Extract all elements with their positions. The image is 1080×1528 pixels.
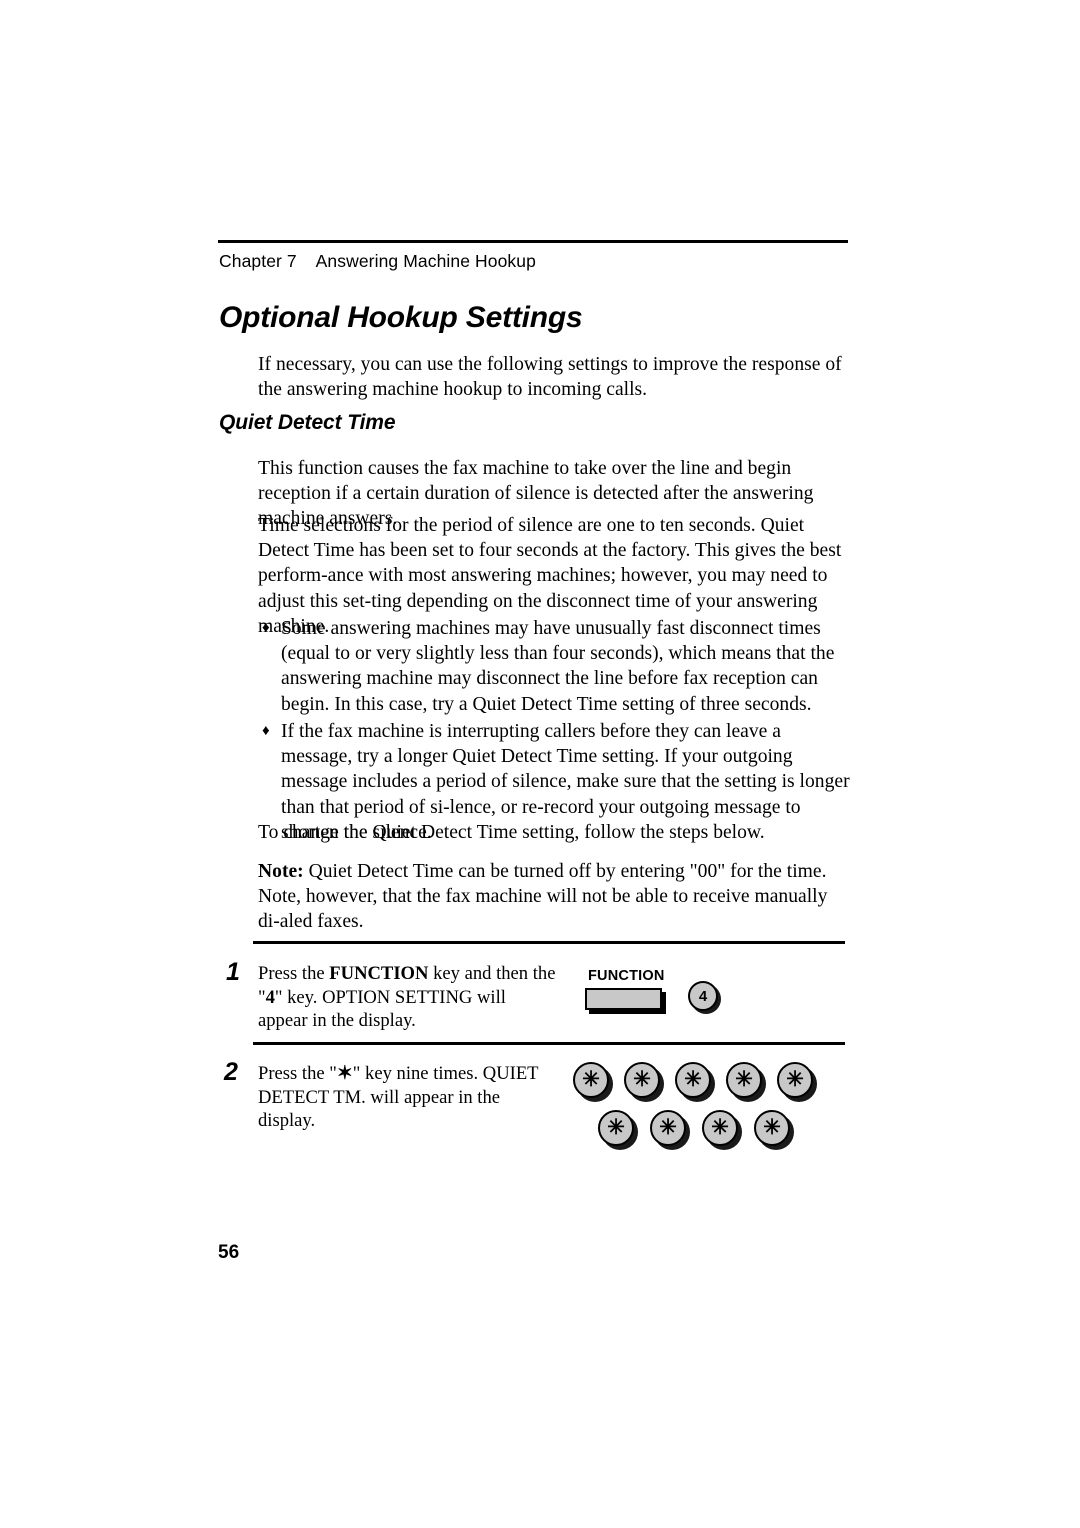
step-1-text-part-3: " key. OPTION SETTING will appear in the… <box>258 986 506 1032</box>
function-key-label: FUNCTION <box>588 968 665 984</box>
note-label: Note: <box>258 861 304 882</box>
asterisk-key-glyph: ✳ <box>633 1067 651 1091</box>
list-item: ♦ Some answering machines may have unusu… <box>262 616 852 717</box>
step-1-text: Press the FUNCTION key and then the "4" … <box>258 962 558 1033</box>
closing-paragraph: To change the Quiet Detect Time setting,… <box>258 822 765 843</box>
step-1-number-keyword: 4 <box>265 986 275 1008</box>
asterisk-key-graphic[interactable]: ✳ <box>726 1062 762 1098</box>
function-key-graphic[interactable] <box>585 988 662 1010</box>
section-heading: Quiet Detect Time <box>219 411 396 434</box>
note-text: Quiet Detect Time can be turned off by e… <box>258 861 828 933</box>
step-1-function-keyword: FUNCTION <box>329 963 429 984</box>
asterisk-key-graphic[interactable]: ✳ <box>650 1110 686 1146</box>
asterisk-key-glyph: ✳ <box>735 1067 753 1091</box>
asterisk-key-glyph: ✳ <box>786 1067 804 1091</box>
asterisk-inline-icon: ✶ <box>336 1063 353 1084</box>
list-item-text: Some answering machines may have unusual… <box>281 618 835 715</box>
step-2-text-part-1: Press the " <box>258 1063 337 1084</box>
diamond-bullet-icon: ♦ <box>262 723 270 739</box>
asterisk-key-glyph: ✳ <box>582 1067 600 1091</box>
note-block: Note: Quiet Detect Time can be turned of… <box>258 859 850 935</box>
step-1-rule <box>253 941 845 944</box>
asterisk-key-glyph: ✳ <box>763 1115 781 1139</box>
running-head-chapter: Chapter 7 Answering Machine Hookup <box>219 251 536 271</box>
page-number: 56 <box>218 1242 240 1263</box>
asterisk-key-glyph: ✳ <box>659 1115 677 1139</box>
asterisk-key-graphic[interactable]: ✳ <box>573 1062 609 1098</box>
asterisk-key-graphic[interactable]: ✳ <box>624 1062 660 1098</box>
step-2-text: Press the "✶" key nine times. QUIET DETE… <box>258 1062 558 1133</box>
asterisk-key-glyph: ✳ <box>607 1115 625 1139</box>
asterisk-key-graphic[interactable]: ✳ <box>754 1110 790 1146</box>
asterisk-key-graphic[interactable]: ✳ <box>598 1110 634 1146</box>
asterisk-key-glyph: ✳ <box>684 1067 702 1091</box>
step-2-rule <box>253 1042 845 1045</box>
numeric-key-4-label: 4 <box>698 987 708 1005</box>
page-title: Optional Hookup Settings <box>219 301 583 334</box>
intro-paragraph: If necessary, you can use the following … <box>258 354 842 401</box>
asterisk-key-graphic[interactable]: ✳ <box>675 1062 711 1098</box>
asterisk-key-glyph: ✳ <box>711 1115 729 1139</box>
step-2-number: 2 <box>224 1058 238 1086</box>
step-1-number: 1 <box>226 958 240 986</box>
asterisk-key-graphic[interactable]: ✳ <box>702 1110 738 1146</box>
document-page: Chapter 7 Answering Machine Hookup Optio… <box>0 0 1080 1528</box>
step-1-text-part-1: Press the <box>258 963 330 984</box>
header-rule <box>218 240 848 243</box>
diamond-bullet-icon: ♦ <box>262 620 270 636</box>
asterisk-key-graphic[interactable]: ✳ <box>777 1062 813 1098</box>
numeric-key-4-graphic[interactable]: 4 <box>688 981 718 1011</box>
